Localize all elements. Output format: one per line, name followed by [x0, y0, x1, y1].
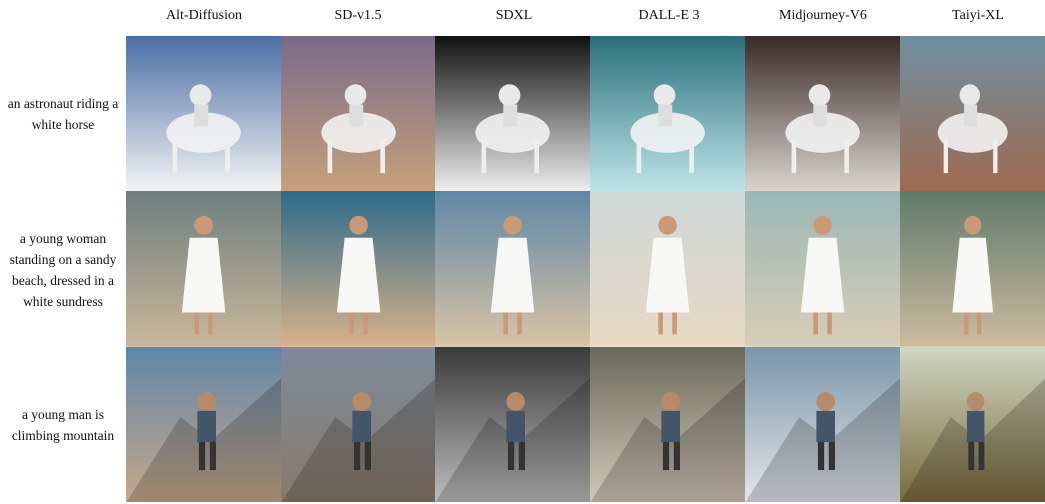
column-header-sd-v1-5: SD-v1.5: [334, 8, 382, 23]
row-label-3: a young man is climbing mountain: [0, 404, 126, 446]
column-header-midjourney-v6: Midjourney-V6: [779, 8, 867, 23]
row-label-1: an astronaut riding a white horse: [0, 93, 126, 135]
column-header-dall-e-3: DALL-E 3: [638, 8, 700, 23]
generated-image: [590, 191, 746, 348]
generated-image: [899, 36, 1045, 192]
generated-image: [899, 346, 1045, 503]
generated-image: [744, 191, 900, 348]
row-label-2: a young woman standing on a sandy beach, d…: [0, 228, 126, 312]
generated-image: [435, 36, 591, 192]
row-label-line: climbing mountain: [11, 428, 115, 443]
row-label-line: beach, dressed in a: [12, 273, 114, 288]
row-label-line: a young woman: [19, 231, 107, 246]
row-label-line: a young man is: [21, 407, 105, 422]
generated-image: [899, 191, 1045, 348]
generated-image: [590, 36, 746, 192]
column-header-sdxl: SDXL: [495, 8, 533, 23]
generated-image: [435, 191, 591, 348]
generated-image: [744, 36, 900, 192]
generated-image: [435, 346, 591, 503]
column-header-alt-diffusion: Alt-Diffusion: [166, 8, 242, 23]
row-label-line: an astronaut riding a: [7, 96, 119, 111]
generated-image: [280, 36, 436, 192]
row-label-line: white sundress: [23, 294, 103, 309]
generated-image: [590, 346, 746, 503]
generated-image: [126, 36, 282, 192]
generated-image: [126, 191, 282, 348]
row-label-line: standing on a sandy: [9, 252, 117, 267]
generated-image: [744, 346, 900, 503]
column-header-taiyi-xl: Taiyi-XL: [952, 8, 1004, 23]
generated-image: [280, 346, 436, 503]
row-label-line: white horse: [31, 117, 95, 132]
generated-image: [280, 191, 436, 348]
generated-image: [126, 346, 282, 503]
